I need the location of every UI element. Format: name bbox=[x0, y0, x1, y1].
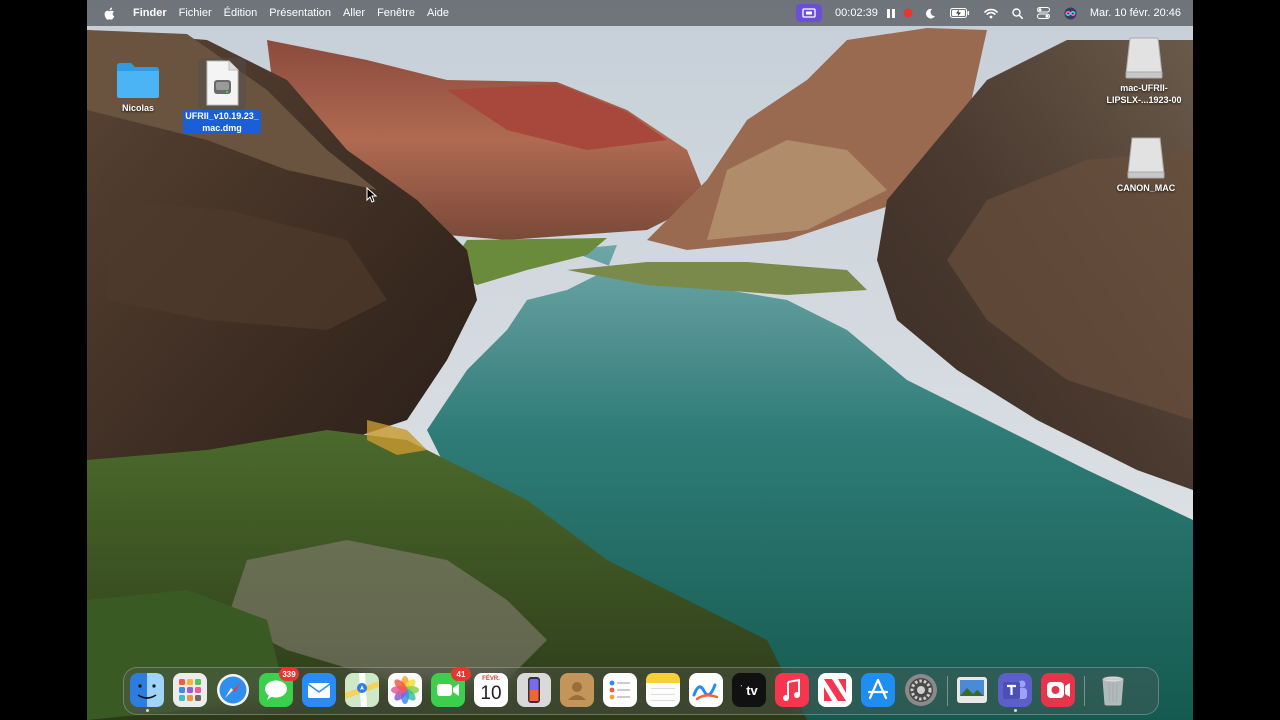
search-icon bbox=[1012, 7, 1023, 19]
dock-finder[interactable] bbox=[130, 673, 164, 712]
disk-image-icon bbox=[206, 60, 239, 106]
dock-microsoft-teams[interactable] bbox=[998, 673, 1032, 712]
dock-facetime[interactable]: 41 bbox=[431, 667, 471, 707]
freeform-icon bbox=[689, 673, 723, 707]
desktop-icon-ufrii-dmg[interactable]: UFRII_v10.19.23_ mac.dmg bbox=[177, 58, 267, 134]
news-icon bbox=[818, 673, 852, 707]
screen-recording-indicator[interactable] bbox=[789, 0, 829, 26]
menu-edition[interactable]: Édition bbox=[218, 0, 264, 26]
desktop-icon-label: UFRII_v10.19.23_ mac.dmg bbox=[183, 110, 261, 134]
preview-icon bbox=[957, 677, 987, 703]
trash-icon bbox=[1102, 676, 1124, 706]
moon-icon bbox=[925, 8, 935, 18]
screen-share-icon bbox=[802, 8, 816, 18]
teams-icon bbox=[998, 673, 1032, 707]
control-center-button[interactable] bbox=[1030, 0, 1057, 26]
calendar-day: 10 bbox=[480, 683, 502, 704]
desktop-icon-label-line2: mac.dmg bbox=[202, 123, 242, 133]
desktop-icon-label-line2: LIPSLX-...1923-00 bbox=[1106, 95, 1182, 105]
finder-icon bbox=[130, 673, 164, 707]
desktop-icon-label-line1: UFRII_v10.19.23_ bbox=[185, 111, 259, 121]
reminders-icon bbox=[603, 673, 637, 707]
menu-fenetre[interactable]: Fenêtre bbox=[371, 0, 421, 26]
dock-news[interactable] bbox=[818, 673, 852, 707]
desktop-icon-label-line1: mac-UFRII- bbox=[1120, 83, 1168, 93]
dock-messages[interactable]: 339 bbox=[259, 667, 299, 707]
wifi-icon bbox=[984, 8, 998, 18]
dock-app-store[interactable] bbox=[861, 673, 895, 707]
calendar-month: FÉVR. bbox=[482, 676, 500, 682]
desktop-screen: Finder Fichier Édition Présentation Alle… bbox=[87, 0, 1193, 720]
stop-recording-button[interactable] bbox=[898, 0, 918, 26]
menu-bar: Finder Fichier Édition Présentation Alle… bbox=[87, 0, 1193, 26]
launchpad-icon bbox=[173, 673, 207, 707]
folder-icon bbox=[117, 63, 159, 98]
notification-badge: 339 bbox=[279, 667, 299, 681]
dock-music[interactable] bbox=[775, 673, 809, 707]
mail-icon bbox=[302, 673, 336, 707]
battery-charging-icon bbox=[949, 8, 969, 18]
menu-fichier[interactable]: Fichier bbox=[173, 0, 218, 26]
apple-tv-label: tv bbox=[746, 682, 758, 698]
apple-menu-icon[interactable] bbox=[101, 5, 117, 21]
dock-preview[interactable] bbox=[955, 673, 989, 707]
spotlight-button[interactable] bbox=[1005, 0, 1030, 26]
dock-trash[interactable] bbox=[1096, 673, 1130, 707]
siri-icon bbox=[1064, 7, 1077, 19]
screen-recorder-icon bbox=[1041, 673, 1075, 707]
dock-freeform[interactable] bbox=[689, 673, 723, 707]
dock-apple-tv[interactable]: tv bbox=[732, 673, 766, 707]
app-store-icon bbox=[861, 673, 895, 707]
dock-maps[interactable] bbox=[345, 673, 379, 707]
dock-reminders[interactable] bbox=[603, 673, 637, 707]
menu-presentation[interactable]: Présentation bbox=[263, 0, 337, 26]
pause-icon bbox=[886, 8, 895, 18]
pause-recording-button[interactable] bbox=[884, 0, 898, 26]
contacts-icon bbox=[560, 673, 594, 707]
recording-timer: 00:02:39 bbox=[835, 7, 878, 19]
dock: 339 41 FÉVR. 10 tv bbox=[123, 667, 1159, 715]
running-indicator bbox=[145, 709, 149, 712]
desktop-icon-label: mac-UFRII- LIPSLX-...1923-00 bbox=[1104, 82, 1183, 106]
dock-notes[interactable] bbox=[646, 673, 680, 707]
desktop-icon-label: Nicolas bbox=[121, 103, 154, 113]
menu-aide[interactable]: Aide bbox=[421, 0, 455, 26]
dock-screen-recorder[interactable] bbox=[1041, 673, 1075, 707]
dock-launchpad[interactable] bbox=[173, 673, 207, 707]
control-center-icon bbox=[1036, 7, 1050, 19]
menu-aller[interactable]: Aller bbox=[337, 0, 371, 26]
running-indicator bbox=[1013, 709, 1017, 712]
dock-safari[interactable] bbox=[216, 673, 250, 707]
focus-mode-button[interactable] bbox=[918, 0, 943, 26]
desktop-icon-mac-ufrii-volume[interactable]: mac-UFRII- LIPSLX-...1923-00 bbox=[1099, 36, 1189, 106]
dock-calendar[interactable]: FÉVR. 10 bbox=[474, 673, 508, 707]
menu-app-finder[interactable]: Finder bbox=[127, 0, 173, 26]
desktop-icon-label: CANON_MAC bbox=[1116, 183, 1176, 193]
record-dot-icon bbox=[903, 8, 913, 18]
desktop-icon-canon-mac-volume[interactable]: CANON_MAC bbox=[1101, 136, 1191, 194]
gear-icon bbox=[905, 674, 937, 706]
dock-contacts[interactable] bbox=[560, 673, 594, 707]
external-drive-icon bbox=[1127, 137, 1165, 179]
music-icon bbox=[775, 673, 809, 707]
menubar-clock[interactable]: Mar. 10 févr. 20:46 bbox=[1084, 7, 1185, 19]
notification-badge: 41 bbox=[451, 667, 471, 681]
external-drive-icon bbox=[1125, 37, 1163, 79]
mouse-pointer-icon bbox=[366, 187, 378, 203]
siri-button[interactable] bbox=[1057, 0, 1084, 26]
dock-iphone-mirroring[interactable] bbox=[517, 673, 551, 707]
dock-separator bbox=[1084, 676, 1085, 706]
desktop-icon-nicolas[interactable]: Nicolas bbox=[93, 60, 183, 114]
safari-icon bbox=[217, 674, 249, 706]
dock-photos[interactable] bbox=[388, 673, 422, 707]
iphone-mirroring-icon bbox=[517, 673, 551, 707]
dock-separator bbox=[947, 676, 948, 706]
dock-mail[interactable] bbox=[302, 673, 336, 707]
photos-icon bbox=[388, 673, 422, 707]
maps-icon bbox=[345, 673, 379, 707]
wifi-status[interactable] bbox=[977, 0, 1005, 26]
battery-status[interactable] bbox=[943, 0, 977, 26]
dock-system-settings[interactable] bbox=[904, 673, 938, 707]
notes-icon bbox=[646, 673, 680, 707]
